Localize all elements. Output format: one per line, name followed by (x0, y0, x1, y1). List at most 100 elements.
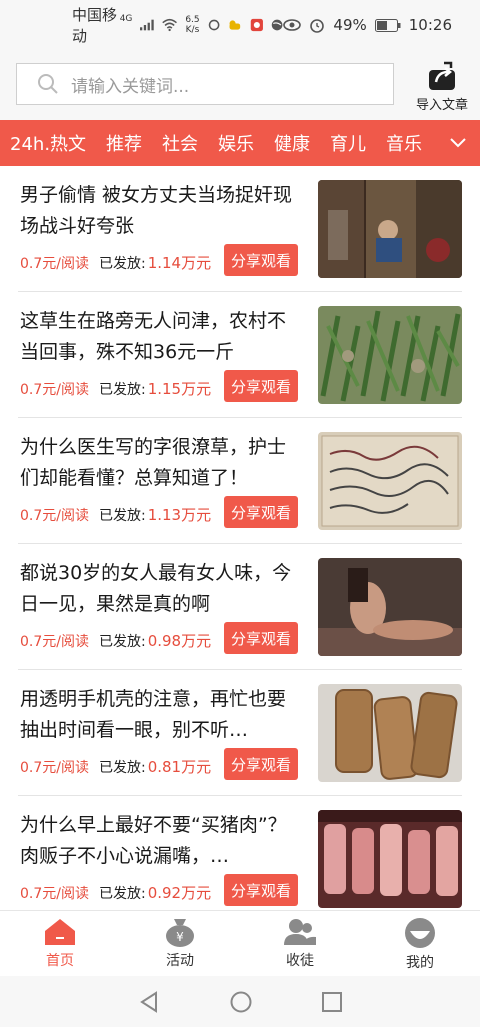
article-title[interactable]: 男子偷情 被女方丈夫当场捉奸现场战斗好夸张 (20, 180, 300, 242)
sync-icon (208, 19, 220, 31)
tab-health[interactable]: 健康 (274, 130, 310, 156)
list-item[interactable]: 为什么医生写的字很潦草，护士们却能看懂？总算知道了！ 0.7元/阅读 已发放: … (18, 418, 462, 544)
users-icon (284, 919, 316, 945)
article-meta: 0.7元/阅读 已发放: 1.15万元 (20, 378, 211, 399)
article-meta: 0.7元/阅读 已发放: 0.98万元 (20, 630, 211, 651)
globe-icon (271, 19, 283, 31)
sent-amount: 1.14万元 (147, 254, 212, 272)
share-watch-button[interactable]: 分享观看 (224, 496, 298, 528)
tab-society[interactable]: 社会 (162, 130, 198, 156)
read-rate: 0.7元/阅读 (20, 255, 89, 272)
read-rate: 0.7元/阅读 (20, 633, 89, 650)
tab-24h-hot[interactable]: 24h.热文 (10, 130, 86, 156)
share-export-icon (429, 61, 455, 90)
status-right: 49% 10:26 (283, 16, 452, 34)
nav-mine[interactable]: 我的 (360, 911, 480, 976)
read-rate: 0.7元/阅读 (20, 759, 89, 776)
tab-recommend[interactable]: 推荐 (106, 130, 142, 156)
sent-label: 已发放: (98, 885, 146, 902)
chevron-down-icon[interactable] (448, 132, 468, 152)
article-title[interactable]: 这草生在路旁无人问津，农村不当回事，殊不知36元一斤 (20, 306, 300, 368)
import-article-label: 导入文章 (415, 98, 468, 113)
share-watch-button[interactable]: 分享观看 (224, 622, 298, 654)
status-bar: 中国移动 4G 6.5 K/s 49% 10:26 (0, 0, 480, 50)
battery-icon (374, 18, 401, 32)
weather-icon (229, 20, 241, 30)
speed-unit: K/s (185, 25, 200, 35)
import-article-button[interactable]: 导入文章 (412, 60, 472, 114)
list-item[interactable]: 这草生在路旁无人问津，农村不当回事，殊不知36元一斤 0.7元/阅读 已发放: … (18, 292, 462, 418)
tab-music[interactable]: 音乐 (386, 130, 422, 156)
article-thumbnail[interactable] (318, 306, 462, 404)
sent-label: 已发放: (98, 381, 146, 398)
article-title[interactable]: 都说30岁的女人最有女人味，今日一见，果然是真的啊 (20, 558, 300, 620)
article-title[interactable]: 为什么早上最好不要“买猪肉”？肉贩子不小心说漏嘴，… (20, 810, 300, 872)
article-meta: 0.7元/阅读 已发放: 0.81万元 (20, 756, 211, 777)
article-title[interactable]: 用透明手机壳的注意，再忙也要抽出时间看一眼，别不听… (20, 684, 300, 746)
profile-icon (405, 918, 435, 948)
read-rate: 0.7元/阅读 (20, 885, 89, 902)
sent-amount: 0.81万元 (147, 758, 212, 776)
eye-icon (283, 19, 302, 31)
header: 请输入关键词... 导入文章 (0, 50, 480, 120)
sent-label: 已发放: (98, 633, 146, 650)
article-title[interactable]: 为什么医生写的字很潦草，护士们却能看懂？总算知道了！ (20, 432, 300, 494)
article-meta: 0.7元/阅读 已发放: 1.14万元 (20, 252, 211, 273)
signal-icon (140, 19, 155, 31)
article-feed: 男子偷情 被女方丈夫当场捉奸现场战斗好夸张 0.7元/阅读 已发放: 1.14万… (0, 166, 480, 922)
search-input[interactable]: 请输入关键词... (16, 63, 394, 105)
sent-amount: 0.92万元 (147, 884, 212, 902)
carrier-name: 中国移动 (72, 6, 118, 45)
tab-entertainment[interactable]: 娱乐 (218, 130, 254, 156)
bottom-nav: 首页 ¥ 活动 收徒 我的 (0, 910, 480, 976)
share-watch-button[interactable]: 分享观看 (224, 748, 298, 780)
share-watch-button[interactable]: 分享观看 (224, 244, 298, 276)
tab-parenting[interactable]: 育儿 (330, 130, 366, 156)
article-thumbnail[interactable] (318, 180, 462, 278)
read-rate: 0.7元/阅读 (20, 381, 89, 398)
nav-home-label: 首页 (46, 953, 74, 969)
search-placeholder: 请输入关键词... (71, 76, 190, 97)
back-icon[interactable] (138, 990, 160, 1013)
share-watch-button[interactable]: 分享观看 (224, 370, 298, 402)
nav-apprentice[interactable]: 收徒 (240, 911, 360, 976)
sent-label: 已发放: (98, 507, 146, 524)
list-item[interactable]: 用透明手机壳的注意，再忙也要抽出时间看一眼，别不听… 0.7元/阅读 已发放: … (18, 670, 462, 796)
app-notify-icon (250, 18, 263, 32)
sent-amount: 1.13万元 (147, 506, 212, 524)
article-thumbnail[interactable] (318, 432, 462, 530)
nav-mine-label: 我的 (406, 955, 434, 971)
network-speed: 6.5 K/s (185, 15, 199, 35)
article-thumbnail[interactable] (318, 558, 462, 656)
article-meta: 0.7元/阅读 已发放: 1.13万元 (20, 504, 211, 525)
home-circle-icon[interactable] (230, 991, 252, 1013)
nav-apprentice-label: 收徒 (286, 953, 314, 969)
list-item[interactable]: 都说30岁的女人最有女人味，今日一见，果然是真的啊 0.7元/阅读 已发放: 0… (18, 544, 462, 670)
status-left: 中国移动 4G 6.5 K/s (72, 4, 283, 46)
sent-label: 已发放: (98, 255, 146, 272)
battery-percent: 49% (333, 16, 367, 34)
category-tabs: 24h.热文 推荐 社会 娱乐 健康 育儿 音乐 (0, 120, 480, 166)
read-rate: 0.7元/阅读 (20, 507, 89, 524)
share-watch-button[interactable]: 分享观看 (224, 874, 298, 906)
sent-label: 已发放: (98, 759, 146, 776)
speed-value: 6.5 (185, 15, 200, 25)
nav-home[interactable]: 首页 (0, 911, 120, 976)
sent-amount: 0.98万元 (147, 632, 212, 650)
clock: 10:26 (408, 16, 452, 34)
sent-amount: 1.15万元 (147, 380, 212, 398)
svg-text:¥: ¥ (176, 930, 184, 944)
list-item[interactable]: 男子偷情 被女方丈夫当场捉奸现场战斗好夸张 0.7元/阅读 已发放: 1.14万… (18, 166, 462, 292)
money-bag-icon: ¥ (166, 919, 194, 947)
wifi-icon (162, 18, 178, 32)
nav-activity[interactable]: ¥ 活动 (120, 911, 240, 976)
nav-activity-label: 活动 (166, 953, 194, 969)
article-thumbnail[interactable] (318, 810, 462, 908)
recents-icon[interactable] (322, 991, 342, 1012)
article-thumbnail[interactable] (318, 684, 462, 782)
list-item[interactable]: 为什么早上最好不要“买猪肉”？肉贩子不小心说漏嘴，… 0.7元/阅读 已发放: … (18, 796, 462, 922)
home-icon (45, 919, 75, 945)
alarm-icon (310, 19, 325, 33)
article-meta: 0.7元/阅读 已发放: 0.92万元 (20, 882, 211, 903)
search-icon (38, 74, 58, 94)
